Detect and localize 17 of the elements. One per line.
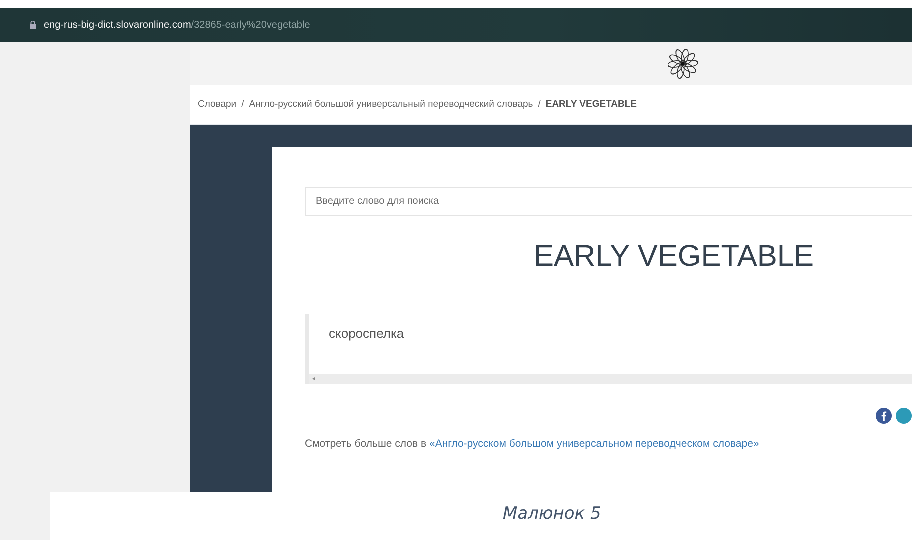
breadcrumb-current: EARLY VEGETABLE (546, 99, 638, 110)
more-words-text: Смотреть больше слов в «Англо-русском большом универсальном переводческом словаре» (305, 438, 760, 450)
lock-icon (30, 21, 36, 29)
breadcrumb-link[interactable]: Словари (198, 99, 237, 110)
breadcrumb-link[interactable]: Англо-русский большой универсальный переводческий словарь (249, 99, 534, 110)
breadcrumb-separator: / (538, 99, 541, 110)
search-field[interactable]: Введите слово для поиска (305, 187, 912, 216)
entry-title: EARLY VEGETABLE (532, 240, 816, 274)
breadcrumb-separator: / (242, 99, 244, 110)
address-bar-url[interactable]: eng-rus-big-dict.slovaronline.com/32865-early%20vegetable (44, 20, 310, 30)
rosette-logo[interactable] (668, 48, 698, 78)
share-icon[interactable] (896, 408, 912, 424)
facebook-icon[interactable] (876, 408, 892, 424)
dictionary-link[interactable]: «Англо-русском большом универсальном переводческом словаре» (429, 438, 760, 450)
translation-text: скороспелка (328, 325, 406, 343)
figure-caption: Малюнок 5 (503, 504, 602, 524)
horizontal-scrollbar[interactable] (309, 374, 912, 384)
